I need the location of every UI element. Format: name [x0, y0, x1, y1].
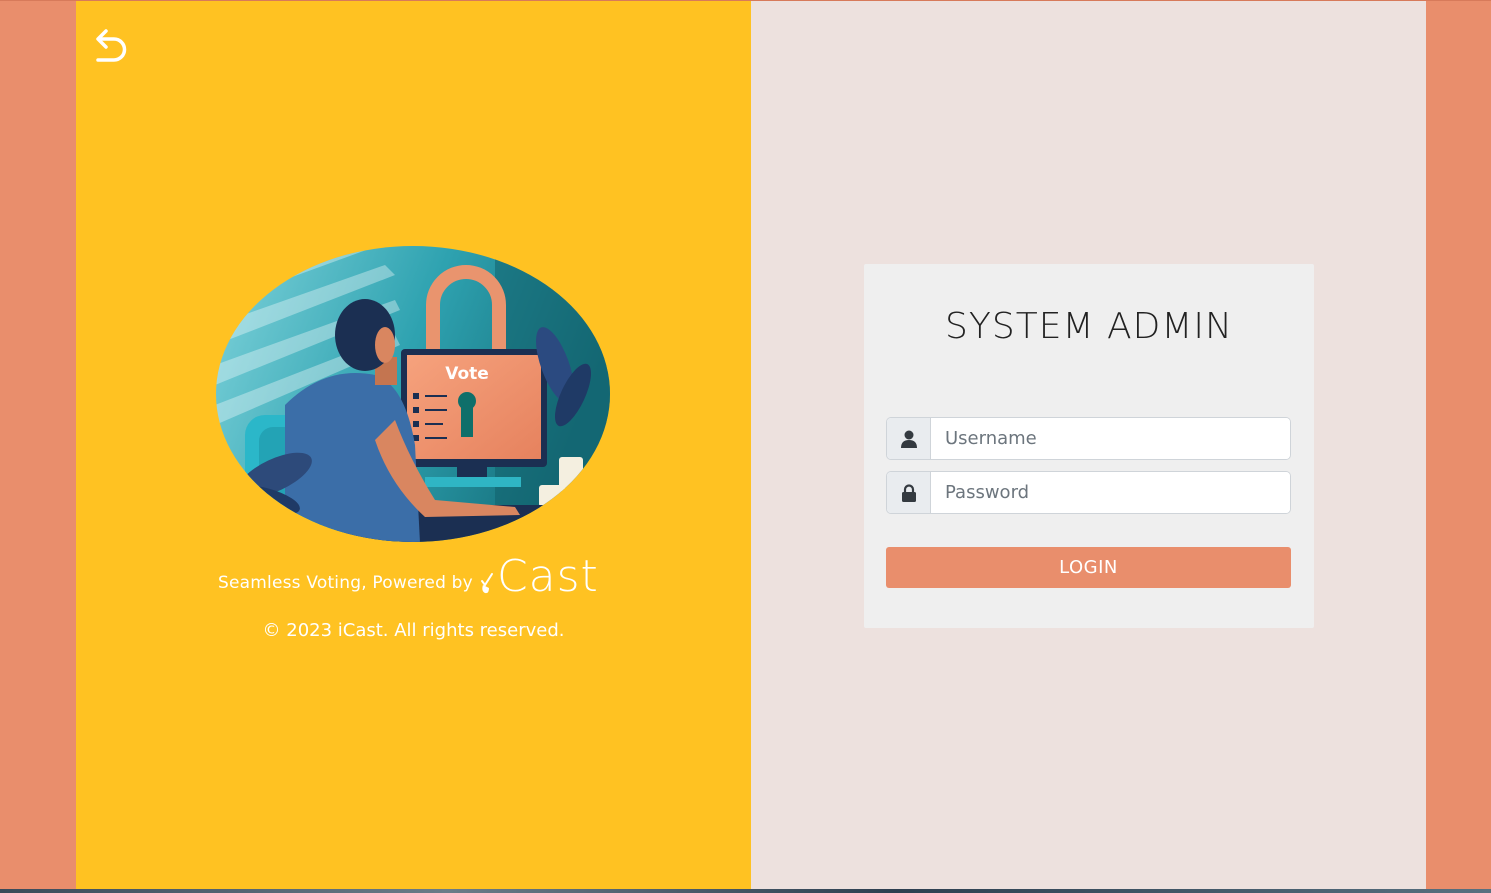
ballot-check-icon [480, 573, 493, 594]
login-panel: SYSTEM ADMIN Username LOGIN [751, 1, 1426, 889]
monitor-vote-label: Vote [445, 364, 489, 384]
branding-panel: Vote Seamless Voting, Powered by Cast © … [76, 1, 751, 889]
tagline-text: Seamless Voting, Powered by [218, 573, 473, 593]
voting-illustration: Vote [216, 246, 610, 542]
login-card: SYSTEM ADMIN Username LOGIN [864, 264, 1314, 628]
tagline: Seamless Voting, Powered by Cast [218, 549, 618, 599]
username-input[interactable] [931, 418, 1290, 459]
brand-name: Cast [496, 551, 599, 602]
lock-icon [901, 483, 916, 502]
password-addon [887, 472, 931, 513]
user-icon [900, 430, 917, 448]
copyright-notice: © 2023 iCast. All rights reserved. [262, 620, 565, 641]
username-input-group [886, 417, 1291, 460]
page-title: SYSTEM ADMIN [945, 306, 1233, 347]
undo-arrow-icon [96, 29, 127, 62]
page-frame: Vote Seamless Voting, Powered by Cast © … [76, 1, 1426, 889]
password-input-group [886, 471, 1291, 514]
bottom-edge [0, 889, 1491, 893]
username-addon [887, 418, 931, 459]
login-button[interactable]: LOGIN [886, 547, 1291, 588]
password-input[interactable] [931, 472, 1290, 513]
back-button[interactable] [92, 25, 134, 71]
